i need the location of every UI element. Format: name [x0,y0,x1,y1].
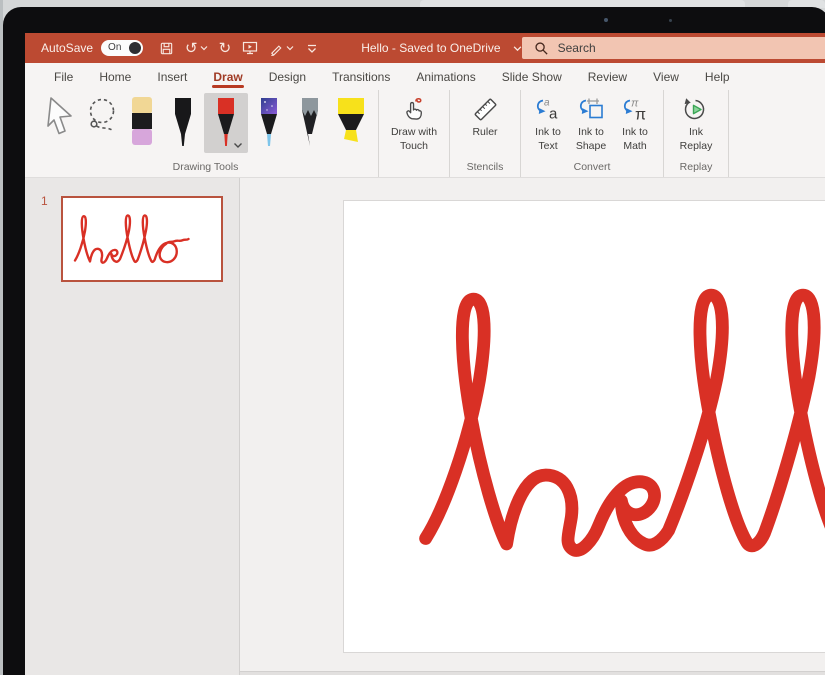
customize-quick-access-toolbar-button[interactable] [303,41,321,56]
tab-file[interactable]: File [41,63,86,90]
autosave-label: AutoSave [41,41,93,55]
highlighter-icon [334,96,368,146]
tab-slide-show[interactable]: Slide Show [489,63,575,90]
ink-pen-button[interactable] [267,40,296,57]
group-label-drawing-tools: Drawing Tools [40,160,371,176]
redo-icon: ↻ [219,41,232,56]
app-window: AutoSave On ↺ ↻ [25,33,825,675]
pen-black-tool[interactable] [163,93,203,153]
workspace: 1 [25,178,825,675]
lasso-select-tool[interactable] [81,93,121,153]
chevron-down-icon [200,45,208,51]
pen-galaxy-tool[interactable] [249,93,289,153]
chevron-down-icon [513,45,522,52]
slide-editing-area [240,178,825,675]
tab-animations[interactable]: Animations [403,63,488,90]
autosave-state: On [108,43,121,53]
autosave-toggle[interactable]: On [101,40,143,56]
highlighter-tool[interactable] [331,93,371,153]
ink-replay-icon [682,96,710,123]
undo-button[interactable]: ↺ [183,40,210,57]
ink-to-math-button[interactable]: π π Ink to Math [614,93,656,153]
ink-drawing-hello-thumb [71,203,211,273]
camera-dot-icon [669,19,672,22]
ink-to-shape-button[interactable]: Ink to Shape [569,93,613,153]
group-label-stencils: Stencils [457,160,513,176]
select-tool[interactable] [40,93,80,153]
slideshow-icon [242,40,258,56]
chevron-down-icon[interactable] [233,142,243,149]
ink-to-shape-icon [576,96,606,123]
ribbon: Drawing Tools Draw with Touch [25,90,825,178]
pen-black-icon [168,96,198,148]
svg-text:a: a [549,106,558,123]
pen-galaxy-icon [254,96,284,148]
ink-to-math-icon: π π [620,96,650,123]
ink-drawing-hello [404,228,825,606]
stencils-group: Ruler Stencils [450,90,521,177]
tab-home[interactable]: Home [86,63,144,90]
start-slideshow-button[interactable] [240,39,260,57]
ink-replay-button[interactable]: Ink Replay [671,93,721,153]
touch-group: Draw with Touch [379,90,450,177]
search-icon [534,41,549,56]
tab-draw[interactable]: Draw [200,63,255,90]
slide-thumbnails-panel: 1 [25,178,240,675]
draw-with-touch-icon [400,96,428,123]
pen-red-tool[interactable] [204,93,248,153]
svg-text:π: π [635,107,646,124]
select-arrow-icon [43,96,77,140]
save-icon [159,41,174,56]
title-bar: AutoSave On ↺ ↻ [25,33,825,63]
tab-insert[interactable]: Insert [144,63,200,90]
quick-access-toolbar: ↺ ↻ [157,39,321,57]
tab-design[interactable]: Design [256,63,319,90]
search-box[interactable] [522,37,825,59]
convert-group: a a Ink to Text [521,90,664,177]
autosave-control: AutoSave On [41,40,143,56]
draw-with-touch-button[interactable]: Draw with Touch [386,93,442,153]
group-label-convert: Convert [528,160,656,176]
ruler-button[interactable]: Ruler [457,93,513,140]
replay-group: Ink Replay Replay [664,90,729,177]
eraser-icon [127,96,157,148]
window-title-group[interactable]: Hello - Saved to OneDrive [361,41,521,55]
search-input[interactable] [558,41,825,55]
device-bezel: AutoSave On ↺ ↻ [3,7,825,675]
pencil-icon [295,96,325,148]
ribbon-tab-bar: File Home Insert Draw Design Transitions… [25,63,825,90]
slide-number: 1 [41,194,48,208]
ink-to-text-button[interactable]: a a Ink to Text [528,93,568,153]
pencil-tool[interactable] [290,93,330,153]
pen-icon [269,41,284,56]
pen-red-icon [211,96,241,148]
document-title: Hello - Saved to OneDrive [361,41,500,55]
group-label-touch [386,172,442,176]
camera-dot-icon [604,18,608,22]
drawing-tools-group: Drawing Tools [33,90,379,177]
toggle-knob [129,42,141,54]
save-button[interactable] [157,40,176,57]
customize-toolbar-icon [305,42,319,55]
ink-to-text-icon: a a [533,96,563,123]
undo-icon: ↺ [185,41,198,56]
lasso-icon [83,96,119,140]
tab-review[interactable]: Review [575,63,640,90]
ribbon-empty-space [729,90,825,177]
tab-help[interactable]: Help [692,63,743,90]
redo-button[interactable]: ↻ [217,40,234,57]
slide-canvas[interactable] [343,200,825,653]
ruler-icon [472,96,499,123]
group-label-replay: Replay [671,160,721,176]
slide-thumbnail-1[interactable] [61,196,223,282]
eraser-tool[interactable] [122,93,162,153]
tab-view[interactable]: View [640,63,692,90]
chevron-down-icon [286,45,294,51]
tab-transitions[interactable]: Transitions [319,63,403,90]
